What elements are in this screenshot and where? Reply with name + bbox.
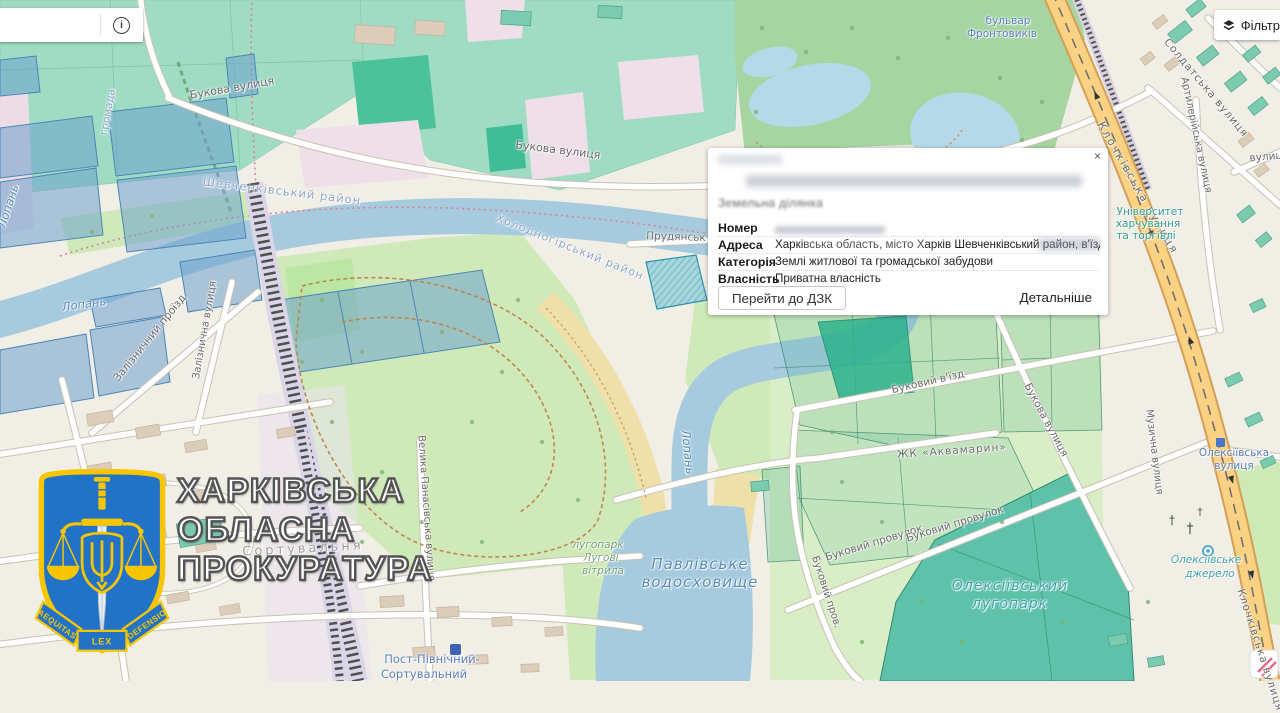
popup-row-ownership: Власність Приватна власність bbox=[718, 270, 1100, 287]
redacted-number-value bbox=[775, 226, 885, 234]
go-to-dzk-button[interactable]: Перейти до ДЗК bbox=[718, 286, 846, 310]
filter-icon bbox=[1223, 19, 1235, 32]
row-label: Номер bbox=[718, 221, 775, 235]
row-label: Власність bbox=[718, 272, 775, 286]
divider bbox=[100, 14, 101, 36]
railway-station-icon bbox=[450, 644, 461, 655]
parcel-type-label: Земельна ділянка bbox=[718, 196, 823, 210]
search-input[interactable] bbox=[8, 12, 100, 38]
row-label: Категорія bbox=[718, 255, 775, 269]
details-button[interactable]: Детальніше bbox=[1020, 290, 1092, 305]
close-icon[interactable]: × bbox=[1094, 150, 1101, 162]
filter-button-label: Фільтр bbox=[1241, 18, 1280, 33]
search-box: і bbox=[0, 8, 143, 42]
map-badge bbox=[1250, 650, 1278, 678]
parcel-info-popup: × Земельна ділянка Номер Адреса Харківсь… bbox=[708, 148, 1108, 315]
filter-button[interactable]: Фільтр bbox=[1214, 10, 1280, 40]
row-value: Землі житлової та громадської забудови bbox=[775, 255, 993, 268]
redacted-text bbox=[718, 155, 782, 164]
bus-stop-icon bbox=[1216, 438, 1225, 447]
popup-row-category: Категорія Землі житлової та громадської … bbox=[718, 253, 1100, 270]
redacted-parcel-number bbox=[746, 175, 1082, 187]
map-canvas[interactable] bbox=[0, 0, 1280, 681]
map-container: Букова вулицяБукова вулицявулицПрудянськ… bbox=[0, 0, 1280, 681]
row-label: Адреса bbox=[718, 238, 775, 252]
blur-smudge bbox=[803, 238, 923, 250]
selected-parcel[interactable] bbox=[646, 255, 707, 309]
spring-icon bbox=[1203, 546, 1213, 556]
row-value: Приватна власність bbox=[775, 272, 881, 285]
blur-smudge bbox=[1038, 238, 1100, 251]
info-icon[interactable]: і bbox=[113, 17, 130, 34]
